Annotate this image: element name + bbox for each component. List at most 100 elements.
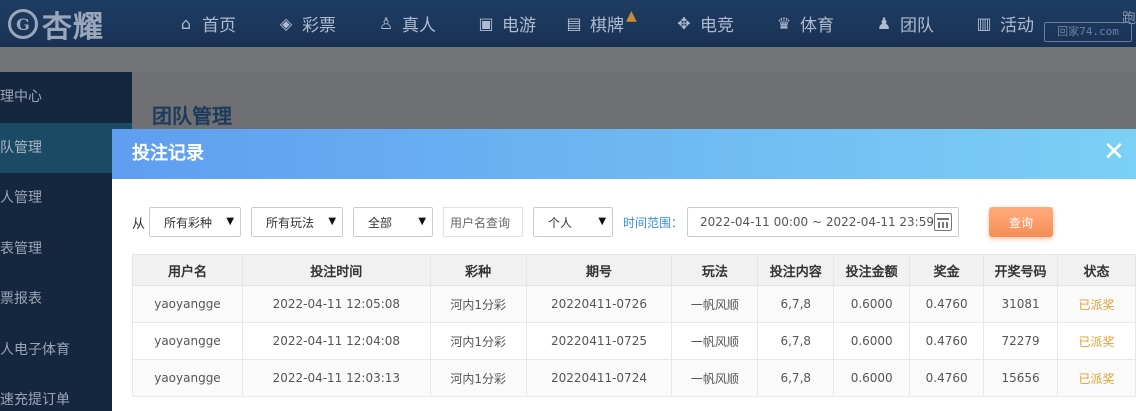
top-navbar: G 杏耀 ⌂ 首页 ◈ 彩票 ♙ 真人 ▣ 电游 ▤ 棋牌 ▲ ✥ 电竞 ♛ 体…: [0, 0, 1136, 47]
sidebar-item-center[interactable]: 理中心: [0, 72, 132, 123]
home-icon: ⌂: [180, 14, 192, 33]
username-placeholder: 用户名查询: [450, 215, 511, 230]
watermark: 回家74.com: [1044, 22, 1132, 42]
from-label: 从: [132, 216, 146, 232]
close-icon[interactable]: ✕: [1102, 139, 1126, 165]
nav-label: 棋牌: [590, 16, 624, 36]
nav-promotions[interactable]: ▥ 活动: [974, 0, 1054, 47]
table-row[interactable]: yaoyangge 2022-04-11 12:05:08 河内1分彩 2022…: [132, 285, 1136, 323]
nav-label: 电竞: [700, 16, 734, 36]
lottery-ticket-icon: ◈: [279, 14, 293, 33]
main-nav: ⌂ 首页 ◈ 彩票 ♙ 真人 ▣ 电游 ▤ 棋牌 ▲ ✥ 电竞 ♛ 体育 ♟ 团…: [176, 0, 1054, 47]
nav-esports[interactable]: ✥ 电竞: [674, 0, 774, 47]
nav-label: 团队: [900, 16, 934, 36]
nav-lottery[interactable]: ◈ 彩票: [276, 0, 376, 47]
cell-username: yaoyangge: [132, 285, 243, 323]
logo-text: 杏耀: [42, 10, 104, 45]
cell-username: yaoyangge: [132, 322, 243, 360]
nav-label: 体育: [800, 16, 834, 36]
col-amount[interactable]: 投注金额: [833, 254, 911, 286]
cell-amount: 0.6000: [833, 285, 911, 323]
table-row[interactable]: yaoyangge 2022-04-11 12:03:13 河内1分彩 2022…: [132, 359, 1136, 397]
nav-home[interactable]: ⌂ 首页: [176, 0, 276, 47]
nav-team[interactable]: ♟ 团队: [874, 0, 974, 47]
bet-records-table: 用户名 投注时间 彩种 期号 玩法 投注内容 投注金额 奖金 开奖号码 状态 y…: [132, 254, 1136, 397]
cell-bet-time: 2022-04-11 12:03:13: [241, 359, 431, 397]
cell-amount: 0.6000: [833, 359, 911, 397]
cell-status: 已派奖: [1057, 322, 1136, 360]
col-play[interactable]: 玩法: [671, 254, 759, 286]
gift-icon: ▥: [976, 14, 992, 33]
cell-content: 6,7,8: [757, 285, 835, 323]
cell-draw-number: 72279: [983, 322, 1059, 360]
cell-lottery: 河内1分彩: [429, 285, 527, 323]
col-lottery[interactable]: 彩种: [429, 254, 527, 286]
time-range-label: 时间范围：: [623, 215, 684, 230]
scope-select[interactable]: 全部 ▼: [353, 207, 434, 237]
nav-slots[interactable]: ▣ 电游: [476, 0, 564, 47]
cell-status: 已派奖: [1057, 285, 1136, 323]
type-select[interactable]: 个人 ▼: [533, 207, 614, 237]
time-range-value: 2022-04-11 00:00 ~ 2022-04-11 23:59: [700, 215, 934, 229]
cell-lottery: 河内1分彩: [429, 322, 527, 360]
cards-icon: ▤: [566, 14, 582, 33]
logo-badge: G: [8, 9, 38, 39]
cell-prize: 0.4760: [909, 285, 985, 323]
cell-amount: 0.6000: [833, 322, 911, 360]
overlay-gap: [0, 47, 1136, 72]
query-button[interactable]: 查询: [989, 207, 1054, 237]
lottery-select-value: 所有彩种: [164, 215, 213, 230]
gamepad-icon: ✥: [677, 14, 691, 33]
cell-play: 一帆风顺: [671, 322, 759, 360]
col-status[interactable]: 状态: [1057, 254, 1136, 286]
nav-label: 彩票: [302, 16, 336, 36]
chevron-down-icon: ▼: [328, 216, 337, 227]
slot-machine-icon: ▣: [478, 14, 494, 33]
bet-records-modal: 投注记录 ✕ 从 所有彩种 ▼ 所有玩法 ▼ 全部 ▼ 用户名查询 个人 ▼ 时…: [112, 129, 1136, 411]
cell-lottery: 河内1分彩: [429, 359, 527, 397]
cell-prize: 0.4760: [909, 322, 985, 360]
trophy-icon: ♛: [776, 14, 792, 33]
nav-sports[interactable]: ♛ 体育: [774, 0, 874, 47]
team-icon: ♟: [876, 14, 892, 33]
lottery-select[interactable]: 所有彩种 ▼: [149, 207, 242, 237]
cell-draw-number: 31081: [983, 285, 1059, 323]
cell-bet-time: 2022-04-11 12:04:08: [241, 322, 431, 360]
table-header-row: 用户名 投注时间 彩种 期号 玩法 投注内容 投注金额 奖金 开奖号码 状态: [132, 254, 1136, 286]
live-dealer-icon: ♙: [378, 14, 394, 33]
chevron-down-icon: ▼: [598, 216, 607, 227]
chevron-down-icon: ▼: [418, 216, 427, 227]
page-title: 团队管理: [152, 104, 232, 128]
cell-content: 6,7,8: [757, 322, 835, 360]
time-range-input[interactable]: 2022-04-11 00:00 ~ 2022-04-11 23:59: [687, 207, 960, 237]
cell-issue: 20220411-0724: [525, 359, 673, 397]
type-select-value: 个人: [548, 215, 573, 230]
logo[interactable]: G 杏耀: [8, 6, 104, 45]
cell-bet-time: 2022-04-11 12:05:08: [241, 285, 431, 323]
col-issue[interactable]: 期号: [525, 254, 673, 286]
col-content[interactable]: 投注内容: [757, 254, 835, 286]
nav-label: 活动: [1000, 16, 1034, 36]
cell-play: 一帆风顺: [671, 359, 759, 397]
col-prize[interactable]: 奖金: [909, 254, 985, 286]
nav-label: 真人: [402, 16, 436, 36]
nav-live[interactable]: ♙ 真人: [376, 0, 476, 47]
table-row[interactable]: yaoyangge 2022-04-11 12:04:08 河内1分彩 2022…: [132, 322, 1136, 360]
col-bet-time[interactable]: 投注时间: [241, 254, 431, 286]
play-select[interactable]: 所有玩法 ▼: [251, 207, 344, 237]
modal-title: 投注记录: [132, 143, 204, 164]
cell-issue: 20220411-0725: [525, 322, 673, 360]
modal-header: 投注记录 ✕: [112, 129, 1136, 179]
nav-cards[interactable]: ▤ 棋牌 ▲: [564, 0, 674, 47]
cell-draw-number: 15656: [983, 359, 1059, 397]
col-draw-number[interactable]: 开奖号码: [983, 254, 1059, 286]
filter-bar: 从 所有彩种 ▼ 所有玩法 ▼ 全部 ▼ 用户名查询 个人 ▼ 时间范围： 20…: [132, 207, 1054, 237]
col-username[interactable]: 用户名: [132, 254, 243, 286]
username-search-input[interactable]: 用户名查询: [443, 207, 524, 237]
rooster-icon: ▲: [626, 7, 637, 24]
play-select-value: 所有玩法: [266, 215, 315, 230]
nav-label: 首页: [202, 16, 236, 36]
calendar-icon[interactable]: [934, 213, 953, 231]
chevron-down-icon: ▼: [226, 216, 235, 227]
nav-label: 电游: [502, 16, 536, 36]
